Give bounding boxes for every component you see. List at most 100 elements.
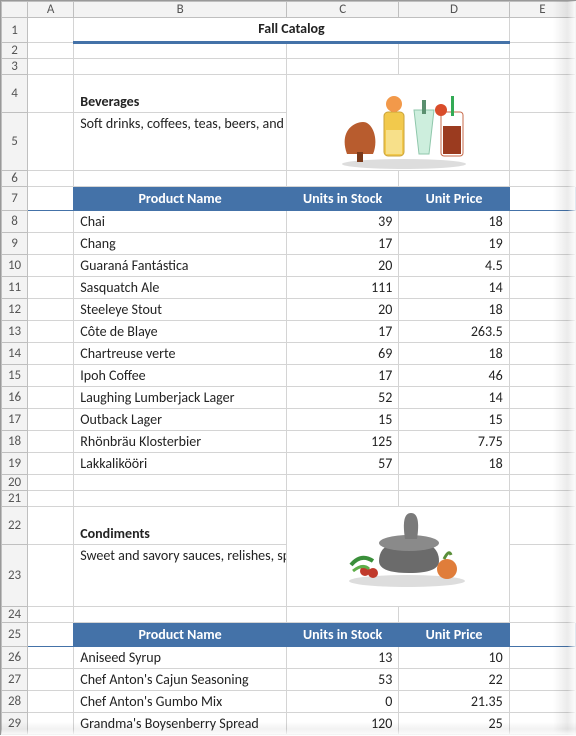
row-header[interactable]: 24 [2, 607, 28, 623]
cell[interactable] [399, 607, 509, 623]
cell[interactable] [286, 171, 398, 187]
product-name[interactable]: Ipoh Coffee [74, 365, 287, 387]
cell[interactable] [509, 277, 575, 299]
cell[interactable] [509, 18, 575, 43]
cell[interactable] [509, 171, 575, 187]
product-name[interactable]: Sasquatch Ale [74, 277, 287, 299]
row-header[interactable]: 8 [2, 211, 28, 233]
cell[interactable] [28, 321, 74, 343]
product-name[interactable]: Laughing Lumberjack Lager [74, 387, 287, 409]
cell[interactable] [509, 647, 575, 669]
row-header[interactable]: 7 [2, 187, 28, 211]
cell[interactable] [286, 475, 398, 491]
cell[interactable] [509, 475, 575, 491]
row-header[interactable]: 27 [2, 669, 28, 691]
cell[interactable] [28, 187, 74, 211]
row-header[interactable]: 23 [2, 545, 28, 607]
cell[interactable] [28, 431, 74, 453]
row-header[interactable]: 29 [2, 713, 28, 735]
cell[interactable] [28, 59, 74, 75]
row-header[interactable]: 18 [2, 431, 28, 453]
units[interactable]: 111 [286, 277, 398, 299]
cell[interactable] [509, 75, 575, 113]
units[interactable]: 120 [286, 713, 398, 735]
cell[interactable] [509, 343, 575, 365]
price[interactable]: 263.5 [399, 321, 509, 343]
price[interactable]: 22 [399, 669, 509, 691]
cell[interactable] [28, 691, 74, 713]
cell[interactable] [28, 18, 74, 43]
cell[interactable] [28, 475, 74, 491]
product-name[interactable]: Chartreuse verte [74, 343, 287, 365]
price[interactable]: 19 [399, 233, 509, 255]
row-header[interactable]: 1 [2, 18, 28, 43]
cell[interactable] [509, 187, 575, 211]
cell[interactable] [509, 607, 575, 623]
product-name[interactable]: Guaraná Fantástica [74, 255, 287, 277]
col-product[interactable]: Product Name [74, 187, 287, 211]
cell[interactable] [399, 171, 509, 187]
row-header[interactable]: 22 [2, 507, 28, 545]
units[interactable]: 39 [286, 211, 398, 233]
product-name[interactable]: Grandma's Boysenberry Spread [74, 713, 287, 735]
cell[interactable] [509, 491, 575, 507]
cell[interactable] [509, 59, 575, 75]
cell[interactable] [28, 365, 74, 387]
col-header-c[interactable]: C [286, 2, 398, 18]
units[interactable]: 0 [286, 691, 398, 713]
cell[interactable] [509, 365, 575, 387]
row-header[interactable]: 10 [2, 255, 28, 277]
product-name[interactable]: Chef Anton's Gumbo Mix [74, 691, 287, 713]
cell[interactable] [28, 491, 74, 507]
row-header[interactable]: 19 [2, 453, 28, 475]
cell[interactable] [286, 507, 509, 607]
cell[interactable] [28, 387, 74, 409]
product-name[interactable]: Chef Anton's Cajun Seasoning [74, 669, 287, 691]
cell[interactable] [28, 507, 74, 545]
units[interactable]: 57 [286, 453, 398, 475]
cell[interactable] [509, 669, 575, 691]
spreadsheet[interactable]: A B C D E 1 Fall Catalog 2 3 [0, 0, 576, 735]
cell[interactable] [509, 409, 575, 431]
price[interactable]: 14 [399, 387, 509, 409]
cell[interactable] [28, 299, 74, 321]
col-header-b[interactable]: B [74, 2, 287, 18]
cell[interactable] [509, 299, 575, 321]
row-header[interactable]: 20 [2, 475, 28, 491]
product-name[interactable]: Chang [74, 233, 287, 255]
category-name[interactable]: Condiments [74, 507, 287, 545]
col-units[interactable]: Units in Stock [286, 187, 398, 211]
col-price[interactable]: Unit Price [399, 623, 509, 647]
cell[interactable] [509, 113, 575, 171]
cell[interactable] [28, 669, 74, 691]
cell[interactable] [399, 43, 509, 59]
cell[interactable] [509, 321, 575, 343]
product-name[interactable]: Chai [74, 211, 287, 233]
row-header[interactable]: 13 [2, 321, 28, 343]
row-header[interactable]: 9 [2, 233, 28, 255]
row-header[interactable]: 25 [2, 623, 28, 647]
cell[interactable] [509, 691, 575, 713]
cell[interactable] [509, 623, 575, 647]
cell[interactable] [28, 113, 74, 171]
cell[interactable] [509, 713, 575, 735]
cell[interactable] [28, 607, 74, 623]
row-header[interactable]: 15 [2, 365, 28, 387]
category-name[interactable]: Beverages [74, 75, 287, 113]
cell[interactable] [509, 545, 575, 607]
cell[interactable] [509, 507, 575, 545]
col-header-e[interactable]: E [509, 2, 575, 18]
product-name[interactable]: Lakkalikööri [74, 453, 287, 475]
cell[interactable] [28, 623, 74, 647]
row-header[interactable]: 28 [2, 691, 28, 713]
row-header[interactable]: 16 [2, 387, 28, 409]
cell[interactable] [509, 255, 575, 277]
price[interactable]: 25 [399, 713, 509, 735]
row-header[interactable]: 26 [2, 647, 28, 669]
cell[interactable] [28, 545, 74, 607]
product-name[interactable]: Outback Lager [74, 409, 287, 431]
price[interactable]: 46 [399, 365, 509, 387]
row-header[interactable]: 17 [2, 409, 28, 431]
cell[interactable] [28, 211, 74, 233]
price[interactable]: 15 [399, 409, 509, 431]
